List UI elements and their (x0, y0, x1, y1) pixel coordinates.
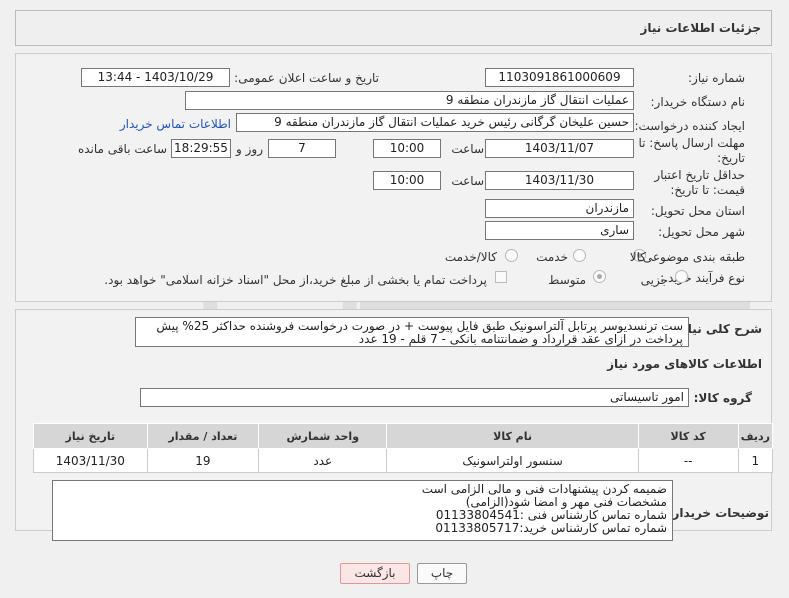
buyer-notes-label: توضیحات خریدار: (667, 506, 769, 520)
cell-qty: 19 (146, 448, 260, 473)
need-number-field: 1103091861000609 (485, 68, 634, 87)
goods-section-title: اطلاعات کالاهای مورد نیاز (607, 357, 762, 371)
province-label: استان محل تحویل: (650, 204, 745, 218)
page-title: جزئیات اطلاعات نیاز (640, 21, 761, 35)
deadline-time-label: ساعت (451, 142, 484, 156)
col-name: نام کالا (386, 423, 639, 449)
category-label: طبقه بندی موضوعی: (638, 250, 745, 264)
validity-label: حداقل تاریخ اعتبار قیمت: تا تاریخ: (654, 168, 745, 197)
city-field: ساری (485, 221, 634, 240)
buyer-org-field: عملیات انتقال گاز مازندران منطقه 9 (185, 91, 634, 110)
treasury-payment-note: پرداخت تمام یا بخشی از مبلغ خرید،از محل … (104, 273, 487, 287)
city-label: شهر محل تحویل: (658, 225, 745, 239)
buyer-contact-link[interactable]: اطلاعات تماس خریدار (120, 117, 231, 131)
category-both-label: کالا/خدمت (444, 250, 497, 264)
cell-name: سنسور اولتراسونیک (386, 448, 639, 473)
goods-table: ردیف کد کالا نام کالا واحد شمارش تعداد /… (33, 423, 774, 473)
days-label: روز و (236, 142, 263, 156)
announce-field: 1403/10/29 - 13:44 (81, 68, 230, 87)
days-field: 7 (268, 139, 336, 158)
col-unit: واحد شمارش (258, 423, 388, 449)
category-service-radio[interactable] (573, 249, 586, 262)
category-both-radio[interactable] (505, 249, 518, 262)
deadline-label: مهلت ارسال پاسخ: تا تاریخ: (638, 136, 745, 165)
process-label: نوع فرآیند خرید : (660, 271, 745, 285)
treasury-payment-checkbox[interactable] (495, 271, 507, 283)
remaining-time-field: 18:29:55 (171, 139, 231, 158)
buyer-notes-textarea[interactable]: ضمیمه کردن پیشنهادات فنی و مالی الزامی ا… (52, 480, 673, 541)
process-medium-label: متوسط (548, 273, 586, 287)
process-minor-radio[interactable] (675, 270, 688, 283)
col-code: کد کالا (637, 423, 739, 449)
back-button[interactable]: بازگشت (340, 563, 410, 584)
process-medium-radio[interactable] (593, 270, 606, 283)
col-qty: تعداد / مقدار (146, 423, 260, 449)
validity-time-field: 10:00 (373, 171, 441, 190)
goods-group-label: گروه کالا: (693, 391, 752, 405)
category-goods-label: کالا (629, 250, 646, 264)
print-button[interactable]: چاپ (417, 563, 467, 584)
deadline-date-field: 1403/11/07 (485, 139, 634, 158)
buyer-org-label: نام دستگاه خریدار: (650, 95, 746, 109)
cell-code: -- (637, 448, 739, 473)
col-row: ردیف (737, 423, 774, 449)
goods-group-field: امور تاسیساتی (140, 388, 689, 407)
announce-label: تاریخ و ساعت اعلان عمومی: (234, 71, 379, 85)
process-minor-label: جزیی (640, 273, 668, 287)
remaining-label: ساعت باقی مانده (77, 142, 167, 156)
col-date: تاریخ نیاز (33, 423, 148, 449)
validity-date-field: 1403/11/30 (485, 171, 634, 190)
creator-field: حسین علیخان گرگانی رئیس خرید عملیات انتق… (236, 113, 634, 132)
table-row: 1 -- سنسور اولتراسونیک عدد 19 1403/11/30 (33, 448, 774, 473)
description-textarea[interactable]: ست ترنسدیوسر پرتابل آلتراسونیک طبق فایل … (135, 317, 689, 347)
buyer-note-line: شماره تماس کارشناس خرید:01133805717 (435, 521, 667, 535)
cell-row: 1 (737, 448, 774, 473)
category-service-label: خدمت (536, 250, 568, 264)
creator-label: ایجاد کننده درخواست: (634, 119, 745, 133)
goods-table-header: ردیف کد کالا نام کالا واحد شمارش تعداد /… (33, 423, 774, 449)
validity-time-label: ساعت (451, 174, 484, 188)
province-field: مازندران (485, 199, 634, 218)
cell-date: 1403/11/30 (33, 448, 148, 473)
need-number-label: شماره نیاز: (688, 71, 745, 85)
deadline-time-field: 10:00 (373, 139, 441, 158)
cell-unit: عدد (258, 448, 388, 473)
header-panel: جزئیات اطلاعات نیاز (15, 10, 772, 46)
